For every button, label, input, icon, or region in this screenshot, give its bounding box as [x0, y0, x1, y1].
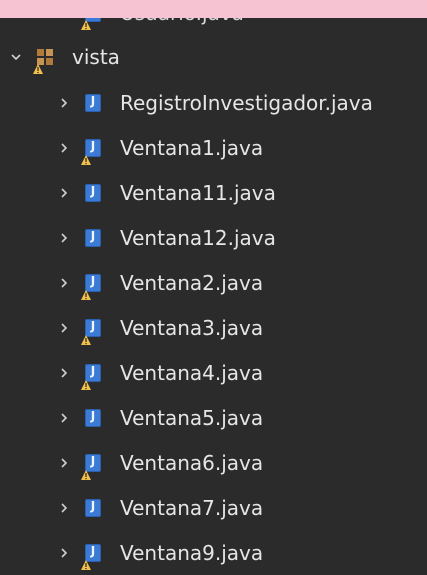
- tree-item-file[interactable]: Ventana9.java: [0, 530, 427, 575]
- tree-item-file[interactable]: Ventana11.java: [0, 170, 427, 215]
- chevron-right-icon[interactable]: [58, 142, 70, 154]
- tree-item-file[interactable]: Ventana3.java: [0, 305, 427, 350]
- java-file-icon: [82, 227, 104, 249]
- package-vista[interactable]: vista: [0, 34, 427, 79]
- top-banner: [0, 0, 427, 18]
- tree-item-file[interactable]: Ventana2.java: [0, 260, 427, 305]
- tree-item-file[interactable]: Ventana4.java: [0, 350, 427, 395]
- file-label: Ventana3.java: [120, 315, 264, 340]
- warning-icon: [81, 330, 91, 345]
- warning-icon: [81, 150, 91, 165]
- java-file-icon: [81, 272, 104, 300]
- file-label: Ventana4.java: [120, 360, 264, 385]
- project-explorer-tree: Usuario.java vista RegistroInvestigador.…: [0, 0, 427, 570]
- chevron-right-icon[interactable]: [58, 502, 70, 514]
- chevron-right-icon[interactable]: [58, 232, 70, 244]
- java-file-icon: [81, 542, 104, 570]
- package-label: vista: [72, 44, 120, 69]
- java-file-icon: [81, 452, 104, 480]
- file-label: Ventana12.java: [120, 225, 276, 250]
- file-label: Ventana9.java: [120, 540, 264, 565]
- file-label: Ventana5.java: [120, 405, 264, 430]
- chevron-right-icon[interactable]: [58, 322, 70, 334]
- file-label: RegistroInvestigador.java: [120, 90, 373, 115]
- java-file-icon: [81, 317, 104, 345]
- warning-icon: [81, 465, 91, 480]
- file-label: Ventana1.java: [120, 135, 264, 160]
- tree-item-file[interactable]: Ventana7.java: [0, 485, 427, 530]
- warning-icon: [81, 555, 91, 570]
- tree-item-file[interactable]: Ventana6.java: [0, 440, 427, 485]
- file-label: Ventana6.java: [120, 450, 264, 475]
- chevron-right-icon[interactable]: [58, 547, 70, 559]
- tree-item-file[interactable]: Ventana12.java: [0, 215, 427, 260]
- java-file-icon: [81, 137, 104, 165]
- java-file-icon: [82, 407, 104, 429]
- chevron-right-icon[interactable]: [58, 97, 70, 109]
- java-file-icon: [82, 92, 104, 114]
- warning-icon: [81, 285, 91, 300]
- chevron-right-icon[interactable]: [58, 367, 70, 379]
- chevron-down-icon[interactable]: [10, 51, 22, 63]
- chevron-right-icon[interactable]: [58, 412, 70, 424]
- package-icon: [33, 46, 56, 74]
- chevron-right-icon[interactable]: [58, 187, 70, 199]
- tree-item-file[interactable]: RegistroInvestigador.java: [0, 80, 427, 125]
- file-label: Ventana11.java: [120, 180, 276, 205]
- java-file-icon: [82, 182, 104, 204]
- chevron-right-icon[interactable]: [58, 277, 70, 289]
- file-label: Ventana7.java: [120, 495, 264, 520]
- tree-item-file[interactable]: Ventana1.java: [0, 125, 427, 170]
- tree-item-file[interactable]: Ventana5.java: [0, 395, 427, 440]
- file-label: Ventana2.java: [120, 270, 264, 295]
- java-file-icon: [82, 497, 104, 519]
- warning-icon: [81, 375, 91, 390]
- java-file-icon: [81, 362, 104, 390]
- chevron-right-icon[interactable]: [58, 457, 70, 469]
- warning-icon: [33, 59, 43, 74]
